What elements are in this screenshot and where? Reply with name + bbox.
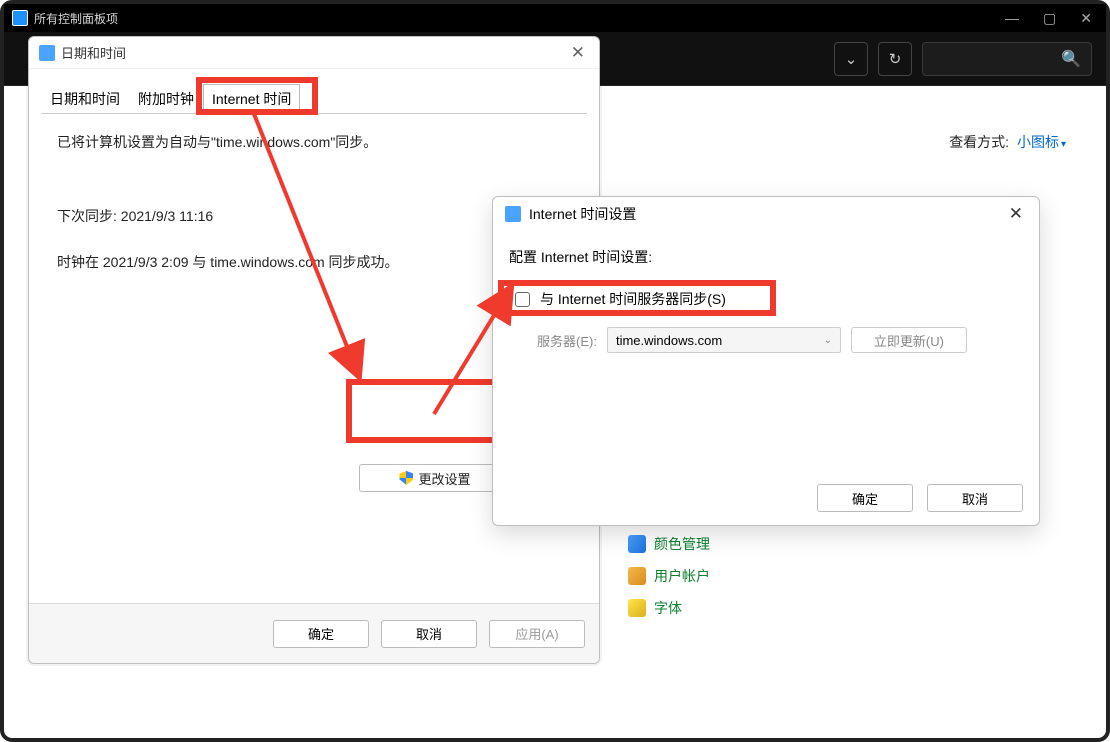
sync-server-text: 已将计算机设置为自动与"time.windows.com"同步。 [57, 132, 571, 152]
view-mode-label: 查看方式: [949, 134, 1009, 150]
server-row: 服务器(E): time.windows.com ⌄ 立即更新(U) [537, 327, 1023, 353]
tab-internet-time[interactable]: Internet 时间 [203, 84, 300, 114]
internet-time-footer: 确定 取消 [493, 471, 1039, 525]
apply-button[interactable]: 应用(A) [489, 620, 585, 648]
chevron-down-icon: ⌄ [824, 335, 832, 346]
server-select[interactable]: time.windows.com ⌄ [607, 327, 841, 353]
change-settings-button[interactable]: 更改设置 [359, 464, 511, 492]
user-accounts-icon [628, 567, 646, 585]
chevron-down-icon[interactable]: ⌄ [834, 42, 868, 76]
control-panel-titlebar: 所有控制面板项 — ▢ ✕ [4, 4, 1106, 32]
close-icon[interactable]: ✕ [567, 43, 589, 63]
shield-icon [399, 471, 413, 485]
view-mode: 查看方式: 小图标▾ [949, 132, 1066, 152]
server-value: time.windows.com [616, 333, 722, 348]
server-label: 服务器(E): [537, 331, 597, 350]
cancel-button[interactable]: 取消 [381, 620, 477, 648]
ok-button[interactable]: 确定 [817, 484, 913, 512]
color-management-icon [628, 535, 646, 553]
control-panel-items: 颜色管理 用户帐户 字体 [628, 534, 710, 618]
control-panel-title: 所有控制面板项 [34, 10, 1005, 27]
internet-time-dialog: Internet 时间设置 ✕ 配置 Internet 时间设置: 与 Inte… [492, 196, 1040, 526]
cp-item-color-management[interactable]: 颜色管理 [628, 534, 710, 554]
internet-time-titlebar: Internet 时间设置 ✕ [493, 197, 1039, 231]
sync-checkbox-label: 与 Internet 时间服务器同步(S) [540, 289, 726, 309]
internet-time-icon [505, 206, 521, 222]
config-label: 配置 Internet 时间设置: [509, 247, 1023, 267]
datetime-tabs: 日期和时间 附加时钟 Internet 时间 [41, 83, 587, 114]
datetime-titlebar: 日期和时间 ✕ [29, 37, 599, 69]
cp-item-user-accounts[interactable]: 用户帐户 [628, 566, 710, 586]
minimize-icon[interactable]: — [1005, 10, 1019, 27]
cancel-button[interactable]: 取消 [927, 484, 1023, 512]
internet-time-title: Internet 时间设置 [529, 204, 1005, 224]
internet-time-body: 配置 Internet 时间设置: 与 Internet 时间服务器同步(S) … [493, 231, 1039, 353]
search-icon: 🔍 [1061, 49, 1081, 69]
datetime-title: 日期和时间 [61, 43, 567, 62]
sync-checkbox[interactable] [515, 292, 530, 307]
search-input[interactable]: 🔍 [922, 42, 1092, 76]
sync-checkbox-row[interactable]: 与 Internet 时间服务器同步(S) [509, 285, 1023, 313]
view-mode-link[interactable]: 小图标▾ [1017, 134, 1066, 150]
tab-datetime[interactable]: 日期和时间 [41, 84, 129, 114]
update-now-button[interactable]: 立即更新(U) [851, 327, 967, 353]
fonts-icon [628, 599, 646, 617]
cp-item-fonts[interactable]: 字体 [628, 598, 710, 618]
tab-additional-clocks[interactable]: 附加时钟 [129, 84, 203, 114]
maximize-icon[interactable]: ▢ [1043, 10, 1056, 27]
control-panel-icon [12, 10, 28, 26]
close-icon[interactable]: ✕ [1005, 204, 1027, 224]
close-icon[interactable]: ✕ [1080, 10, 1092, 27]
datetime-footer: 确定 取消 应用(A) [29, 603, 599, 663]
change-settings-label: 更改设置 [418, 469, 470, 488]
refresh-icon[interactable]: ↻ [878, 42, 912, 76]
datetime-icon [39, 45, 55, 61]
ok-button[interactable]: 确定 [273, 620, 369, 648]
